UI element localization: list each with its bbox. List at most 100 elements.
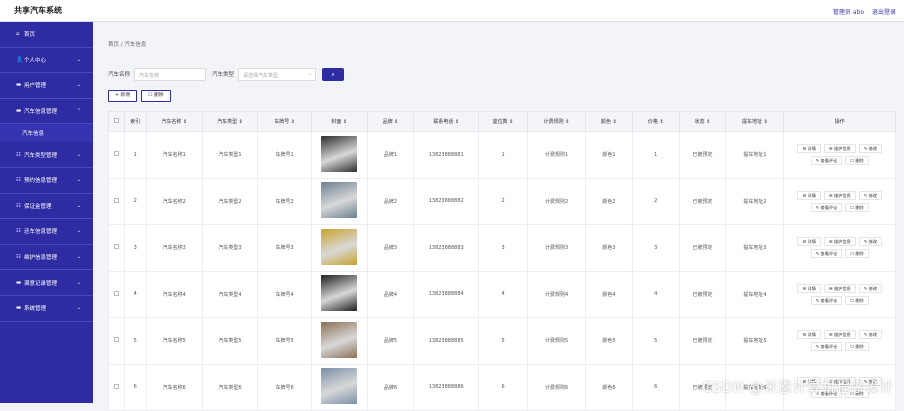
column-header[interactable]: 索引 <box>123 111 147 132</box>
column-header[interactable]: 车牌号 ⇕ <box>257 111 312 132</box>
row-select-cell <box>108 363 125 411</box>
cell-plate: 车牌号4 <box>257 270 312 318</box>
name-filter-label: 汽车名称 <box>108 72 131 78</box>
maintenance-info-button[interactable]: ☰ 维护信息 <box>823 330 856 340</box>
delete-button[interactable]: ☐ 删除 <box>845 295 869 305</box>
column-header[interactable]: 汽车名称 ⇕ <box>145 111 203 132</box>
edit-button[interactable]: ✎ 修改 <box>858 283 882 293</box>
maintenance-info-button[interactable]: ☰ 维护信息 <box>823 237 856 247</box>
cell-name: 汽车名称1 <box>145 131 203 179</box>
operations-cell: ☰ 详情 ☰ 维护信息 ✎ 修改 ✎ 查看评论 ☐ 删除 <box>783 270 896 318</box>
column-header[interactable]: 操作 <box>783 111 896 132</box>
menu-icon: ▬ <box>16 82 22 89</box>
cell-rule: 计费规则4 <box>527 270 587 318</box>
column-header[interactable]: 状态 ⇕ <box>678 111 727 132</box>
row-checkbox[interactable] <box>113 151 119 157</box>
view-comments-button[interactable]: ✎ 查看评论 <box>810 156 843 166</box>
edit-button[interactable]: ✎ 修改 <box>858 144 882 154</box>
column-header[interactable]: 座位数 ⇕ <box>478 111 529 132</box>
sidebar-item[interactable]: ☷ 汽车类型管理 ⌄ <box>0 142 93 168</box>
search-button[interactable]: ⌕ <box>322 67 345 81</box>
edit-button[interactable]: ✎ 修改 <box>858 190 882 200</box>
edit-button[interactable]: ✎ 修改 <box>858 237 882 247</box>
view-comments-button[interactable]: ✎ 查看评论 <box>810 202 843 212</box>
row-checkbox[interactable] <box>113 383 119 389</box>
row-checkbox[interactable] <box>113 290 119 296</box>
car-type-select[interactable]: 请选择汽车类型 ⌄ <box>238 67 317 81</box>
delete-button[interactable]: ☐ 删除 <box>845 156 869 166</box>
search-icon: ⌕ <box>331 70 335 78</box>
sidebar-item[interactable]: ▬ 汽车信息管理 ⌃ <box>0 99 93 125</box>
car-name-input[interactable]: 汽车名称 <box>134 67 207 81</box>
row-select-cell <box>108 270 125 318</box>
cover-cell <box>310 224 368 272</box>
sidebar-item[interactable]: ☷ 维护信息管理 ⌄ <box>0 245 93 271</box>
menu-icon: ☷ <box>16 177 21 184</box>
logout-link[interactable]: 退出登录 <box>872 7 896 16</box>
menu-icon: ☷ <box>16 254 21 261</box>
sidebar-item[interactable]: 👤 个人中心 ⌄ <box>0 48 93 74</box>
column-header[interactable]: 汽车类型 ⇕ <box>201 111 259 132</box>
batch-delete-button[interactable]: ☐ 删除 <box>141 90 171 102</box>
column-header[interactable]: 封面 ⇕ <box>310 111 368 132</box>
delete-button[interactable]: ☐ 删除 <box>845 249 869 259</box>
row-checkbox[interactable] <box>113 197 119 203</box>
row-checkbox[interactable] <box>113 244 119 250</box>
row-select-cell <box>108 131 125 179</box>
maintenance-info-button[interactable]: ☰ 维护信息 <box>823 144 856 154</box>
column-header[interactable]: 品牌 ⇕ <box>366 111 415 132</box>
sidebar-subitem-car-info[interactable]: 汽车信息 <box>0 124 93 143</box>
maintenance-info-button[interactable]: ☰ 维护信息 <box>823 283 856 293</box>
detail-button[interactable]: ☰ 详情 <box>797 190 821 200</box>
delete-button[interactable]: ☐ 删除 <box>845 342 869 352</box>
table-header-row: 索引 汽车名称 ⇕ 汽车类型 ⇕ 车牌号 ⇕ 封面 ⇕ 品牌 ⇕ 联系电话 ⇕ 座位数 ⇕ 计费… <box>108 111 896 132</box>
view-comments-button[interactable]: ✎ 查看评论 <box>810 342 843 352</box>
column-header[interactable]: 颜色 ⇕ <box>585 111 633 132</box>
column-header[interactable]: 价格 ⇕ <box>631 111 680 132</box>
sidebar-item[interactable]: ⌂ 首页 <box>0 22 93 48</box>
edit-button[interactable]: ✎ 修改 <box>858 330 882 340</box>
sidebar: ⌂ 首页 👤 个人中心 ⌄ ▬ 用户管理 ⌄ ▬ 汽车信息管理 ⌃ 汽车信息 ☷ 汽车类型管理 ⌄ ☷ 预约… <box>0 22 93 403</box>
maintenance-info-button[interactable]: ☰ 维护信息 <box>823 190 856 200</box>
sidebar-item[interactable]: ▬ 用户管理 ⌄ <box>0 73 93 99</box>
sidebar-item[interactable]: ☷ 预约信息管理 ⌄ <box>0 168 93 194</box>
cell-rule: 计费规则2 <box>527 177 587 225</box>
current-user: 管理员 abo <box>832 9 864 16</box>
sidebar-item-label: 保证金管理 <box>24 203 52 210</box>
operations-cell: ☰ 详情 ☰ 维护信息 ✎ 修改 ✎ 查看评论 ☐ 删除 <box>783 317 896 365</box>
column-header[interactable]: 计费规则 ⇕ <box>527 111 587 132</box>
add-button[interactable]: + 新增 <box>108 90 138 102</box>
operations-cell: ☰ 详情 ☰ 维护信息 ✎ 修改 ✎ 查看评论 ☐ 删除 <box>783 131 896 179</box>
cell-addr: 提车地址1 <box>725 131 785 179</box>
detail-button[interactable]: ☰ 详情 <box>797 283 821 293</box>
sidebar-item[interactable]: ☷ 保证金管理 ⌄ <box>0 194 93 220</box>
cell-rule: 计费规则6 <box>527 363 587 411</box>
car-type-placeholder: 请选择汽车类型 <box>243 72 279 79</box>
chevron-icon: ⌄ <box>76 82 81 89</box>
chevron-icon: ⌄ <box>76 56 81 63</box>
select-all-checkbox[interactable] <box>113 118 119 123</box>
detail-button[interactable]: ☰ 详情 <box>797 144 821 154</box>
cell-type: 汽车类型4 <box>201 270 259 318</box>
column-header[interactable]: 提车地址 ⇕ <box>725 111 785 132</box>
sidebar-item-label: 预约信息管理 <box>24 178 58 185</box>
detail-button[interactable]: ☰ 详情 <box>797 237 821 247</box>
view-comments-button[interactable]: ✎ 查看评论 <box>810 295 843 305</box>
detail-button[interactable]: ☰ 详情 <box>797 330 821 340</box>
sidebar-item[interactable]: ▬ 满意记录管理 ⌄ <box>0 270 93 296</box>
cell-status: 已被预定 <box>678 270 727 318</box>
view-comments-button[interactable]: ✎ 查看评论 <box>810 249 843 259</box>
delete-button[interactable]: ☐ 删除 <box>845 202 869 212</box>
sidebar-item[interactable]: ▬ 系统管理 ⌄ <box>0 296 93 322</box>
app-title: 共享汽车系统 <box>14 6 62 15</box>
cell-idx: 2 <box>123 177 147 225</box>
cover-cell <box>310 363 368 411</box>
sidebar-item-label: 用户管理 <box>24 83 47 90</box>
cell-status: 已被预定 <box>678 224 727 272</box>
cell-idx: 5 <box>123 317 147 365</box>
row-checkbox[interactable] <box>113 337 119 343</box>
table-row: 4 汽车名称4 汽车类型4 车牌号4 品牌4 13823888884 4 计费规则4 颜色4 4 已… <box>108 270 896 318</box>
car-cover-image <box>321 182 358 219</box>
column-header[interactable]: 联系电话 ⇕ <box>413 111 480 132</box>
sidebar-item[interactable]: ☷ 还车信息管理 ⌄ <box>0 219 93 245</box>
